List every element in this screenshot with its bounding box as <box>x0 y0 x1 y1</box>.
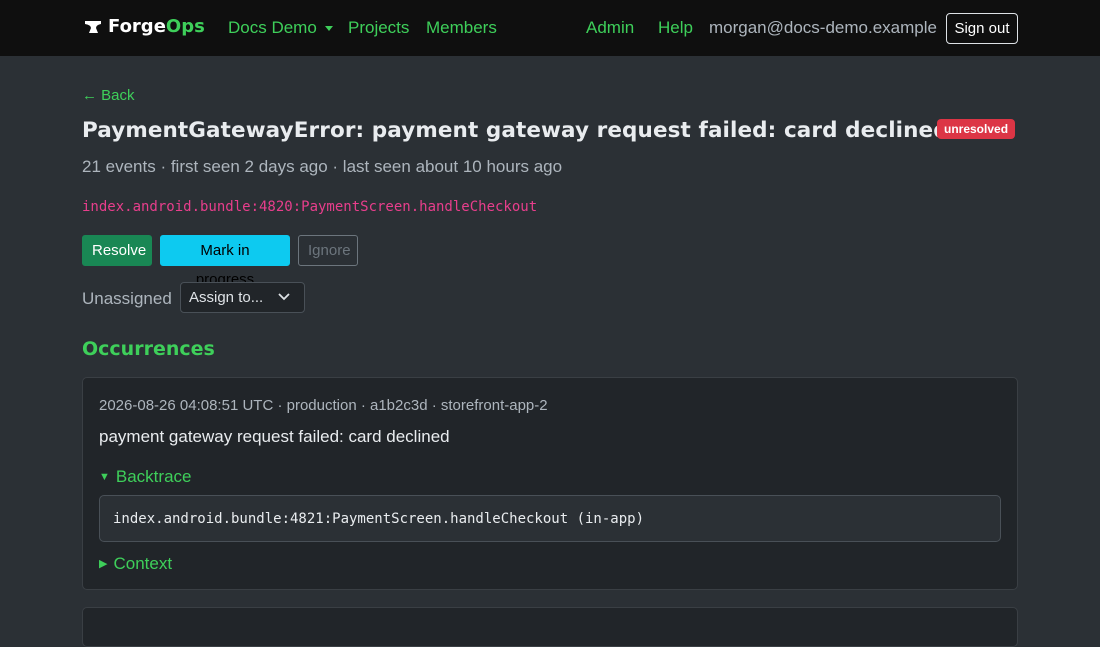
brand-logo[interactable]: Forge Ops <box>84 16 205 37</box>
status-badge: unresolved <box>937 119 1016 139</box>
mark-in-progress-button[interactable]: Mark in progress <box>160 235 290 288</box>
context-toggle[interactable]: ▶ Context <box>99 554 172 574</box>
backtrace-frame: index.android.bundle:4821:PaymentScreen.… <box>113 511 645 527</box>
occurrence-card-next <box>82 607 1018 647</box>
issue-title: PaymentGatewayError: payment gateway req… <box>82 118 949 143</box>
backtrace-toggle[interactable]: ▼ Backtrace <box>99 467 191 487</box>
nav-help-link[interactable]: Help <box>658 18 693 38</box>
issue-summary: 21 events · first seen 2 days ago · last… <box>82 157 563 176</box>
user-email: morgan@docs-demo.example <box>709 18 937 37</box>
resolve-button[interactable]: Resolve <box>82 235 152 266</box>
top-navbar: Forge Ops Docs Demo Projects Members Admi… <box>0 0 1100 56</box>
back-link[interactable]: ← Back <box>82 87 135 104</box>
ignore-button[interactable]: Ignore <box>298 235 358 266</box>
nav-projects-link[interactable]: Projects <box>348 18 409 38</box>
occurrences-heading: Occurrences <box>82 338 215 360</box>
occurrence-message: payment gateway request failed: card dec… <box>99 427 450 446</box>
backtrace-box: index.android.bundle:4821:PaymentScreen.… <box>99 495 1001 542</box>
caret-down-icon <box>324 26 333 32</box>
triangle-right-icon: ▶ <box>99 558 108 570</box>
triangle-down-icon: ▼ <box>99 471 110 483</box>
org-switcher-dropdown[interactable]: Docs Demo <box>228 18 333 38</box>
backtrace-label: Backtrace <box>115 467 192 486</box>
anvil-icon <box>85 20 101 33</box>
sign-out-button[interactable]: Sign out <box>946 13 1018 44</box>
assign-select-value: Assign to... <box>189 289 264 306</box>
assign-select[interactable]: Assign to... <box>180 282 305 313</box>
brand-name-forge: Forge <box>108 16 166 37</box>
brand-name-ops: Ops <box>165 16 205 37</box>
nav-admin-link[interactable]: Admin <box>586 18 634 38</box>
occurrence-meta: 2026-08-26 04:08:51 UTC · production · a… <box>99 397 548 414</box>
org-switcher-label: Docs Demo <box>228 18 317 37</box>
context-label: Context <box>113 554 173 573</box>
nav-members-link[interactable]: Members <box>426 18 497 38</box>
assignee-label: Unassigned <box>82 289 172 308</box>
issue-culprit: index.android.bundle:4820:PaymentScreen.… <box>82 199 538 215</box>
occurrence-card: 2026-08-26 04:08:51 UTC · production · a… <box>82 377 1018 590</box>
chevron-down-icon <box>278 293 290 301</box>
